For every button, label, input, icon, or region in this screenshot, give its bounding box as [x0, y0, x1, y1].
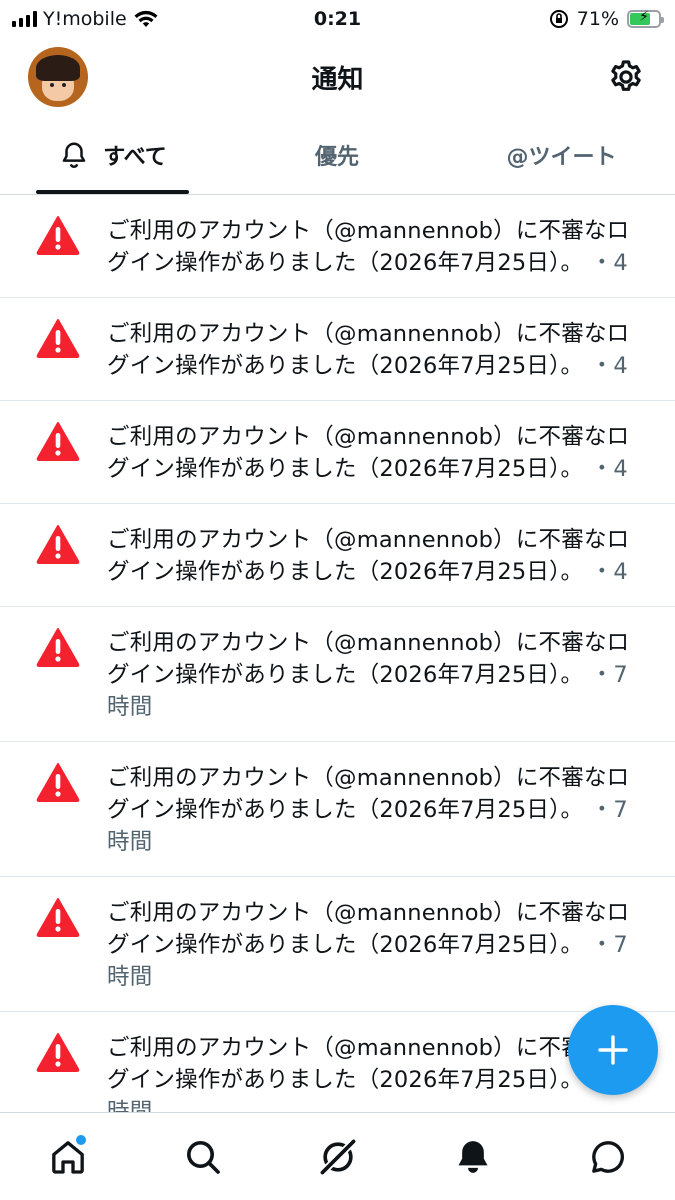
nav-spaces[interactable]	[308, 1127, 368, 1187]
tab-all[interactable]: すべて	[0, 116, 226, 194]
warning-icon	[36, 422, 80, 461]
tab-all-label: すべて	[103, 145, 167, 170]
active-tab-indicator	[36, 190, 189, 194]
notification-message: ご利用のアカウント（@mannennob）に不審なログイン操作がありました（20…	[107, 1035, 630, 1093]
bell-filled-icon	[458, 1140, 487, 1173]
notification-text: ご利用のアカウント（@mannennob）に不審なログイン操作がありました（20…	[107, 215, 639, 279]
top-header: 通知	[0, 38, 675, 116]
notification-message: ご利用のアカウント（@mannennob）に不審なログイン操作がありました（20…	[107, 424, 630, 482]
nav-home[interactable]	[38, 1127, 98, 1187]
message-icon	[591, 1140, 624, 1173]
compose-button[interactable]	[568, 1005, 658, 1095]
notification-text: ご利用のアカウント（@mannennob）に不審なログイン操作がありました（20…	[107, 421, 639, 485]
notification-time: ・4	[590, 353, 628, 379]
home-badge	[75, 1134, 86, 1145]
notification-text: ご利用のアカウント（@mannennob）に不審なログイン操作がありました（20…	[107, 627, 639, 723]
bottom-navigation	[0, 1112, 675, 1200]
nav-messages[interactable]	[578, 1127, 638, 1187]
gear-icon[interactable]	[607, 58, 645, 96]
tab-priority[interactable]: 優先	[226, 116, 448, 194]
notification-item[interactable]: ご利用のアカウント（@mannennob）に不審なログイン操作がありました（20…	[0, 401, 675, 504]
notification-item[interactable]: ご利用のアカウント（@mannennob）に不審なログイン操作がありました（20…	[0, 298, 675, 401]
nav-search[interactable]	[173, 1127, 233, 1187]
notification-item[interactable]: ご利用のアカウント（@mannennob）に不審なログイン操作がありました（20…	[0, 195, 675, 298]
plus-icon	[598, 1035, 628, 1065]
warning-icon	[36, 525, 80, 564]
notification-time: ・4	[590, 250, 628, 276]
status-left: Y!mobile	[12, 8, 159, 30]
avatar[interactable]	[28, 47, 88, 107]
notification-time: ・4	[590, 559, 628, 585]
carrier-name: Y!mobile	[43, 8, 127, 30]
notification-item[interactable]: ご利用のアカウント（@mannennob）に不審なログイン操作がありました（20…	[0, 742, 675, 877]
notification-message: ご利用のアカウント（@mannennob）に不審なログイン操作がありました（20…	[107, 630, 630, 688]
status-bar: Y!mobile 0:21 71% ⚡	[0, 0, 675, 38]
notification-list: ご利用のアカウント（@mannennob）に不審なログイン操作がありました（20…	[0, 195, 675, 1147]
warning-icon	[36, 216, 80, 255]
notification-text: ご利用のアカウント（@mannennob）に不審なログイン操作がありました（20…	[107, 897, 639, 993]
notification-time: ・4	[590, 456, 628, 482]
spaces-icon	[320, 1139, 355, 1174]
notification-text: ご利用のアカウント（@mannennob）に不審なログイン操作がありました（20…	[107, 524, 639, 588]
tab-mentions[interactable]: @ツイート	[448, 116, 675, 194]
notifications-screen: Y!mobile 0:21 71% ⚡ 通知 すべて 優先 @ツイート ご利用の…	[0, 0, 675, 1200]
notification-item[interactable]: ご利用のアカウント（@mannennob）に不審なログイン操作がありました（20…	[0, 504, 675, 607]
bell-icon	[62, 142, 86, 168]
warning-icon	[36, 898, 80, 937]
notification-text: ご利用のアカウント（@mannennob）に不審なログイン操作がありました（20…	[107, 318, 639, 382]
notification-message: ご利用のアカウント（@mannennob）に不審なログイン操作がありました（20…	[107, 900, 630, 958]
search-icon	[186, 1140, 220, 1174]
notification-message: ご利用のアカウント（@mannennob）に不審なログイン操作がありました（20…	[107, 527, 630, 585]
warning-icon	[36, 628, 80, 667]
tab-mentions-label: @ツイート	[506, 145, 617, 170]
signal-icon	[12, 11, 37, 27]
page-title: 通知	[311, 64, 364, 95]
battery-icon: ⚡	[627, 9, 664, 28]
notification-message: ご利用のアカウント（@mannennob）に不審なログイン操作がありました（20…	[107, 218, 630, 276]
orientation-lock-icon	[549, 10, 568, 28]
nav-notifications[interactable]	[443, 1127, 503, 1187]
wifi-icon	[134, 10, 158, 27]
warning-icon	[36, 763, 80, 802]
notification-item[interactable]: ご利用のアカウント（@mannennob）に不審なログイン操作がありました（20…	[0, 607, 675, 742]
battery-percent: 71%	[576, 8, 619, 30]
notification-text: ご利用のアカウント（@mannennob）に不審なログイン操作がありました（20…	[107, 762, 639, 858]
notification-tabs: すべて 優先 @ツイート	[0, 116, 675, 195]
notification-item[interactable]: ご利用のアカウント（@mannennob）に不審なログイン操作がありました（20…	[0, 877, 675, 1012]
tab-priority-label: 優先	[314, 145, 359, 170]
notification-message: ご利用のアカウント（@mannennob）に不審なログイン操作がありました（20…	[107, 765, 630, 823]
notification-message: ご利用のアカウント（@mannennob）に不審なログイン操作がありました（20…	[107, 321, 630, 379]
warning-icon	[36, 319, 80, 358]
warning-icon	[36, 1033, 80, 1072]
status-right: 71% ⚡	[549, 8, 664, 30]
charging-bolt-icon: ⚡	[639, 9, 649, 25]
